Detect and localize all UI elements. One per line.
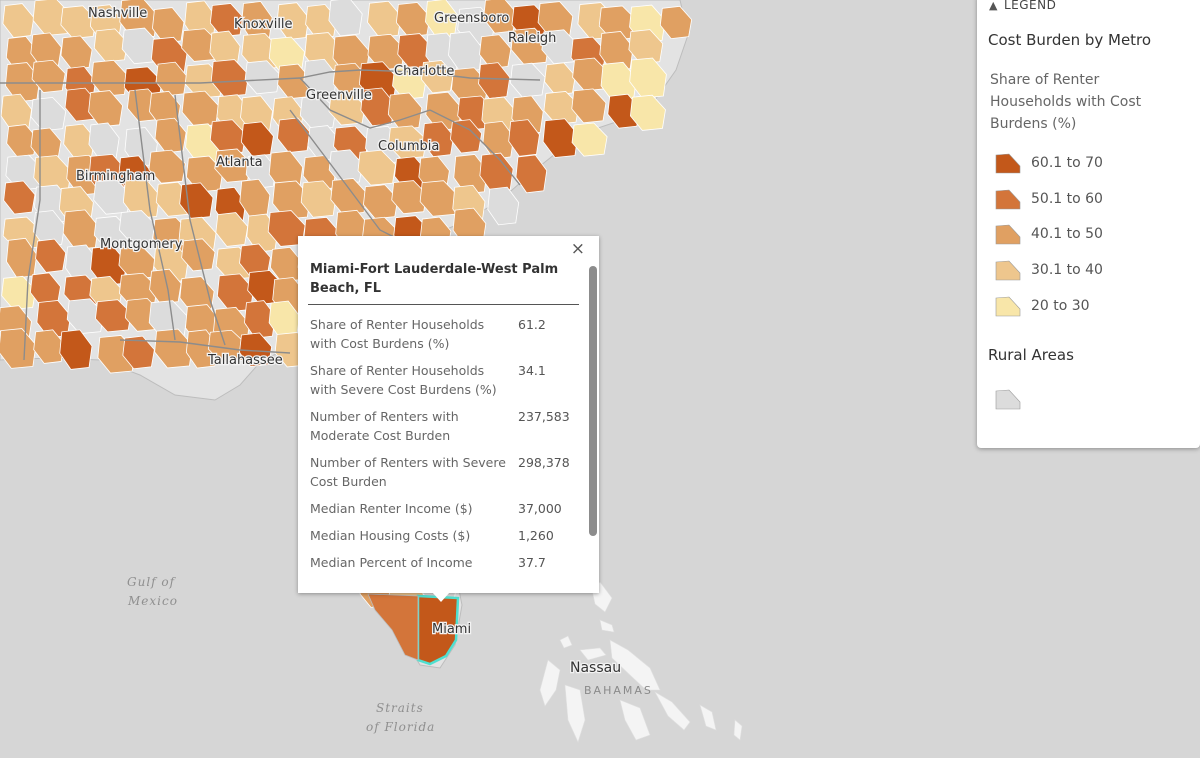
city-label-atlanta: Atlanta (216, 155, 263, 170)
city-label-columbia: Columbia (378, 139, 439, 154)
popup-row-value: 1,260 (518, 528, 554, 543)
popup-row-median-income: Median Renter Income ($) 37,000 (310, 499, 580, 518)
legend-item-40-50: 40.1 to 50 (995, 216, 1103, 252)
legend-header[interactable]: ▲ LEGEND (989, 0, 1056, 12)
city-label-nashville: Nashville (88, 6, 147, 21)
popup-scrollbar[interactable] (589, 266, 597, 536)
popup-row-label: Median Housing Costs ($) (310, 528, 471, 543)
water-label-gulf-of: Gulf of (127, 575, 177, 589)
popup-row-value: 237,583 (518, 409, 570, 424)
legend-rural-title: Rural Areas (988, 346, 1074, 364)
legend-item-label: 40.1 to 50 (1031, 226, 1103, 243)
popup-row-label: Median Renter Income ($) (310, 501, 473, 516)
legend-swatch (995, 296, 1021, 316)
popup-row-value: 34.1 (518, 363, 546, 378)
legend-swatch (995, 224, 1021, 245)
legend-item-rural (995, 388, 1021, 414)
popup-row-moderate-burden-count: Number of Renters with Moderate Cost Bur… (310, 407, 580, 445)
city-label-greensboro: Greensboro (434, 11, 509, 26)
popup-row-value: 298,378 (518, 455, 570, 470)
water-label-of-florida: of Florida (366, 720, 435, 734)
popup-row-label: Share of Renter Households with Severe C… (310, 363, 497, 397)
legend-swatch (995, 260, 1021, 281)
city-label-miami: Miami (432, 622, 471, 637)
legend-field-label: Share of Renter Households with Cost Bur… (990, 72, 1142, 132)
popup-row-label: Median Percent of Income (310, 555, 473, 570)
legend-swatch (995, 189, 1021, 209)
city-label-tallahassee: Tallahassee (207, 353, 283, 368)
legend-layer-title: Cost Burden by Metro (988, 31, 1152, 49)
legend-panel[interactable]: ▲ LEGEND Cost Burden by Metro Share of Re… (977, 0, 1200, 448)
popup-row-severe-burden-count: Number of Renters with Severe Cost Burde… (310, 453, 580, 491)
popup-row-label: Number of Renters with Severe Cost Burde… (310, 455, 506, 489)
city-label-charlotte: Charlotte (394, 64, 454, 79)
legend-item-label: 30.1 to 40 (1031, 261, 1103, 278)
legend-item-60-70: 60.1 to 70 (995, 145, 1103, 181)
legend-item-20-30: 20 to 30 (995, 288, 1103, 324)
legend-header-label: LEGEND (1003, 0, 1057, 12)
city-label-greenville: Greenville (306, 88, 372, 103)
popup-title: Miami-Fort Lauderdale-West Palm Beach, F… (310, 262, 559, 296)
popup-close-button[interactable]: × (571, 239, 585, 259)
legend-item-label: 50.1 to 60 (1031, 190, 1103, 207)
popup-pointer (432, 592, 450, 602)
popup-row-median-housing-costs: Median Housing Costs ($) 1,260 (310, 526, 580, 545)
city-label-knoxville: Knoxville (234, 17, 293, 32)
popup-row-severe-cost-burden-share: Share of Renter Households with Severe C… (310, 361, 580, 399)
city-label-montgomery: Montgomery (100, 237, 183, 252)
popup-row-label: Share of Renter Households with Cost Bur… (310, 317, 485, 351)
chevron-up-icon[interactable]: ▲ (989, 0, 998, 12)
water-label-straits: Straits (376, 701, 424, 715)
popup-row-cost-burden-share: Share of Renter Households with Cost Bur… (310, 315, 580, 353)
metro-info-popup[interactable]: × Miami-Fort Lauderdale-West Palm Beach,… (298, 236, 599, 593)
popup-row-label: Number of Renters with Moderate Cost Bur… (310, 409, 459, 443)
legend-swatch (995, 389, 1021, 410)
legend-item-label: 20 to 30 (1031, 297, 1090, 314)
legend-swatch (995, 153, 1021, 174)
legend-items: 60.1 to 70 50.1 to 60 40.1 to 50 30.1 to… (995, 145, 1103, 323)
popup-row-value: 37,000 (518, 501, 562, 516)
popup-row-value: 61.2 (518, 317, 546, 332)
legend-item-30-40: 30.1 to 40 (995, 252, 1103, 288)
legend-item-label: 60.1 to 70 (1031, 154, 1103, 171)
popup-divider (308, 304, 579, 305)
water-label-mexico: Mexico (127, 594, 178, 608)
popup-row-median-percent-income: Median Percent of Income 37.7 (310, 553, 580, 572)
city-label-nassau: Nassau (570, 660, 621, 676)
city-label-birmingham: Birmingham (76, 169, 155, 184)
popup-attribute-list[interactable]: Share of Renter Households with Cost Bur… (310, 315, 580, 580)
country-label-bahamas: BAHAMAS (584, 684, 653, 697)
legend-item-50-60: 50.1 to 60 (995, 181, 1103, 217)
popup-row-value: 37.7 (518, 555, 546, 570)
city-label-raleigh: Raleigh (508, 31, 556, 46)
